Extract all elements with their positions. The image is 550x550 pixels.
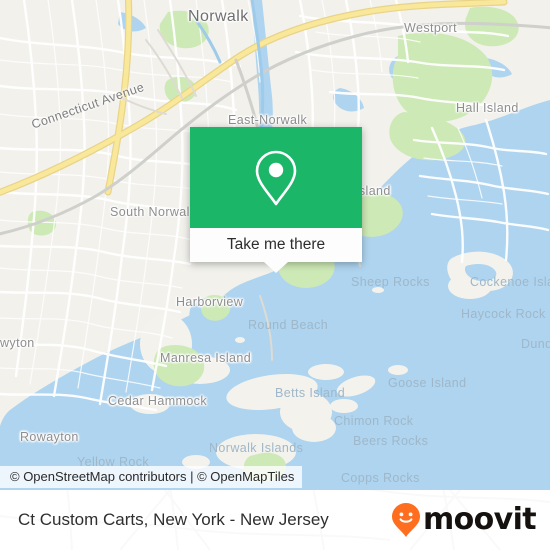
footer-bar: Ct Custom Carts, New York - New Jersey m… (0, 490, 550, 550)
take-me-there-button[interactable]: Take me there (190, 228, 362, 262)
moovit-wordmark: moovit (422, 502, 537, 537)
moovit-logo[interactable]: moovit (391, 502, 537, 538)
popup-header (190, 127, 362, 228)
take-me-there-label: Take me there (226, 236, 326, 253)
map-canvas[interactable]: Norwalk Westport Hall Island East-Norwal… (0, 0, 550, 490)
screenshot-root: Norwalk Westport Hall Island East-Norwal… (0, 0, 550, 550)
location-popup[interactable]: Take me there (190, 127, 362, 262)
page-title: Ct Custom Carts, New York - New Jersey (18, 510, 329, 529)
map-attribution[interactable]: © OpenStreetMap contributors | © OpenMap… (0, 466, 303, 488)
popup-pointer (264, 262, 288, 273)
moovit-smiley-pin-icon (391, 503, 420, 537)
map-pin-icon (255, 150, 297, 205)
